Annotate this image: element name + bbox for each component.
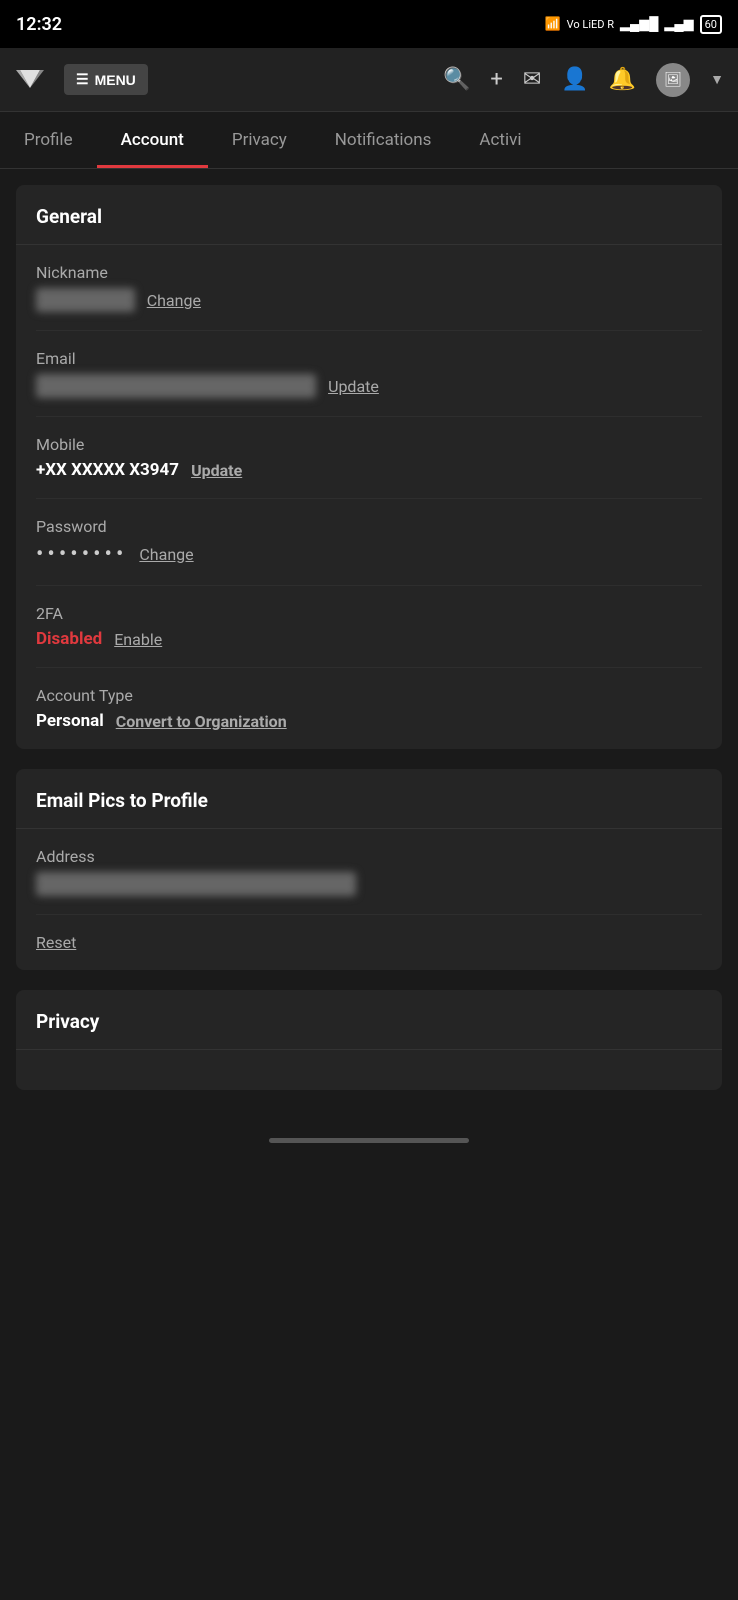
search-icon[interactable]: 🔍	[443, 67, 470, 92]
email-pics-address-blurred: ████████████████████████████████	[36, 872, 356, 896]
password-field: Password •••••••• Change	[36, 499, 702, 586]
general-section: General Nickname ████████ Change Email █…	[16, 185, 722, 749]
mobile-field: Mobile +XX XXXXX X3947 Update	[36, 417, 702, 499]
email-pics-reset-value: Reset	[36, 933, 702, 952]
status-icons: 📶 Vo LiED R ▂▄▆█ ▂▄▆ 60	[544, 15, 722, 34]
twofa-label: 2FA	[36, 604, 702, 623]
mobile-value: +XX XXXXX X3947 Update	[36, 460, 702, 480]
privacy-body	[16, 1050, 722, 1090]
home-indicator	[0, 1126, 738, 1151]
account-type-personal: Personal	[36, 711, 104, 731]
email-pics-section: Email Pics to Profile Address ██████████…	[16, 769, 722, 970]
email-pics-address-field: Address ████████████████████████████████	[36, 829, 702, 915]
menu-label: MENU	[95, 72, 136, 88]
account-type-value: Personal Convert to Organization	[36, 711, 702, 731]
wifi-icon: 📶	[544, 17, 560, 32]
password-dots: ••••••••	[36, 542, 127, 567]
account-type-field: Account Type Personal Convert to Organiz…	[36, 668, 702, 749]
mobile-number: +XX XXXXX X3947	[36, 460, 179, 480]
main-content: General Nickname ████████ Change Email █…	[0, 169, 738, 1126]
tab-privacy[interactable]: Privacy	[208, 112, 311, 168]
mobile-update-link[interactable]: Update	[191, 461, 242, 480]
email-pics-reset-link[interactable]: Reset	[36, 933, 76, 952]
plus-icon[interactable]: +	[490, 67, 502, 92]
chevron-down-icon[interactable]: ▼	[710, 71, 724, 88]
mail-icon[interactable]: ✉	[523, 67, 541, 92]
twofa-field: 2FA Disabled Enable	[36, 586, 702, 668]
email-pics-address-label: Address	[36, 847, 702, 866]
nickname-label: Nickname	[36, 263, 702, 282]
twofa-enable-link[interactable]: Enable	[114, 630, 162, 649]
email-label: Email	[36, 349, 702, 368]
top-nav: ☰ MENU 🔍 + ✉ 👤 🔔 🖼 ▼	[0, 48, 738, 112]
user-icon[interactable]: 👤	[561, 67, 588, 92]
email-pics-header: Email Pics to Profile	[16, 769, 722, 829]
tab-account[interactable]: Account	[97, 112, 208, 168]
general-section-header: General	[16, 185, 722, 245]
email-blurred: ████████████████████████	[36, 374, 316, 398]
signal-bars2-icon: ▂▄▆	[664, 16, 693, 32]
twofa-value: Disabled Enable	[36, 629, 702, 649]
battery-icon: 60	[700, 15, 722, 34]
signal-bars-icon: ▂▄▆█	[620, 16, 658, 32]
convert-to-org-link[interactable]: Convert to Organization	[116, 712, 287, 731]
avatar-image: 🖼	[664, 72, 682, 88]
tab-notifications[interactable]: Notifications	[311, 112, 456, 168]
signal-text: Vo LiED R	[567, 18, 614, 31]
tab-activity[interactable]: Activi	[455, 112, 545, 168]
status-time: 12:32	[16, 14, 62, 35]
password-label: Password	[36, 517, 702, 536]
email-field: Email ████████████████████████ Update	[36, 331, 702, 417]
email-update-link[interactable]: Update	[328, 377, 379, 396]
email-pics-address-value: ████████████████████████████████	[36, 872, 702, 896]
nav-icons: 🔍 + ✉ 👤 🔔 🖼 ▼	[443, 63, 724, 97]
bell-icon[interactable]: 🔔	[609, 67, 636, 92]
status-bar: 12:32 📶 Vo LiED R ▂▄▆█ ▂▄▆ 60	[0, 0, 738, 48]
email-pics-reset-field: Reset	[36, 915, 702, 970]
general-section-body: Nickname ████████ Change Email █████████…	[16, 245, 722, 749]
hamburger-icon: ☰	[76, 71, 89, 88]
nickname-value: ████████ Change	[36, 288, 702, 312]
email-value: ████████████████████████ Update	[36, 374, 702, 398]
privacy-section: Privacy	[16, 990, 722, 1090]
nickname-blurred: ████████	[36, 288, 135, 312]
gitlab-logo	[14, 60, 46, 99]
home-bar	[269, 1138, 469, 1143]
mobile-label: Mobile	[36, 435, 702, 454]
tab-profile[interactable]: Profile	[0, 112, 97, 168]
password-change-link[interactable]: Change	[139, 545, 193, 564]
password-value: •••••••• Change	[36, 542, 702, 567]
tabs-container: Profile Account Privacy Notifications Ac…	[0, 112, 738, 169]
nickname-field: Nickname ████████ Change	[36, 245, 702, 331]
email-pics-body: Address ████████████████████████████████…	[16, 829, 722, 970]
account-type-label: Account Type	[36, 686, 702, 705]
menu-button[interactable]: ☰ MENU	[64, 64, 148, 95]
privacy-section-header: Privacy	[16, 990, 722, 1050]
avatar[interactable]: 🖼	[656, 63, 690, 97]
twofa-status: Disabled	[36, 629, 102, 649]
nickname-change-link[interactable]: Change	[147, 291, 201, 310]
